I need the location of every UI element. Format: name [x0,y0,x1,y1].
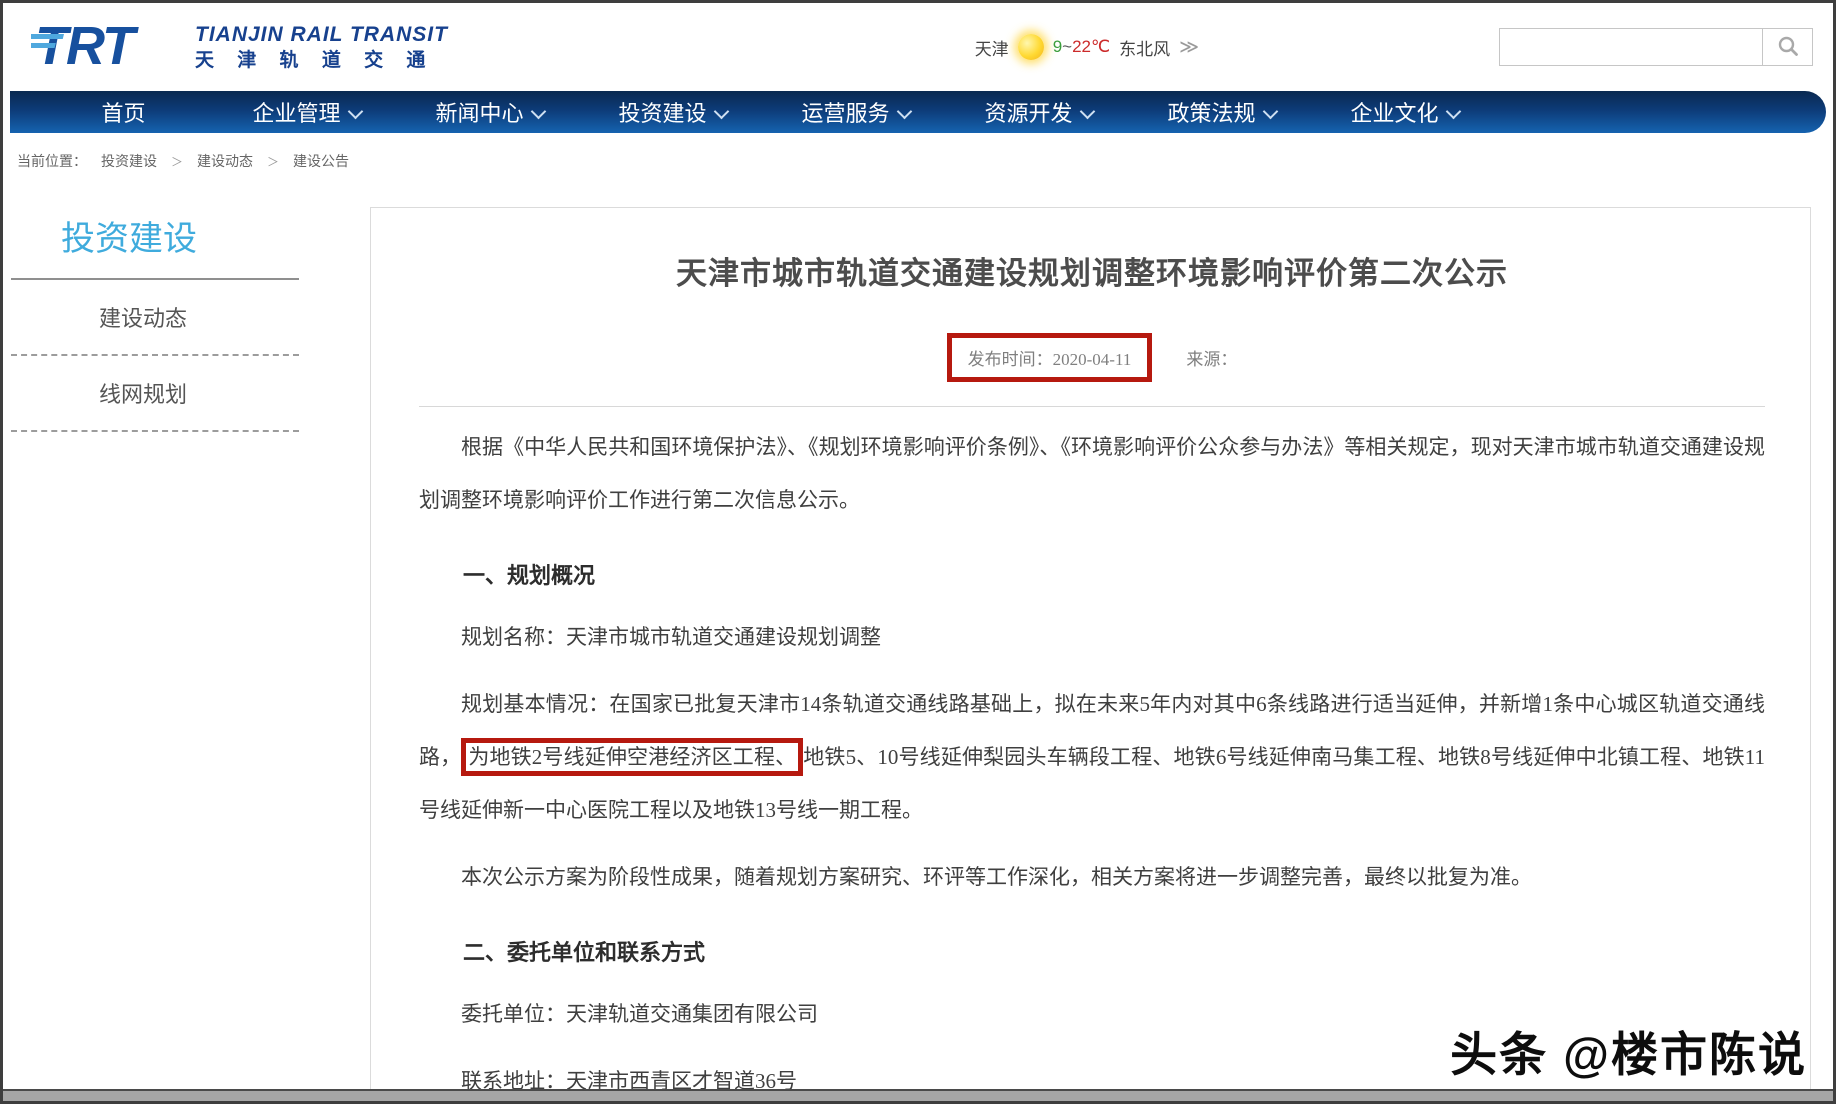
chevron-down-icon [530,104,546,120]
weather-temp: 9~22℃ [1053,37,1110,57]
weather-city: 天津 [975,35,1009,60]
weather-widget: 天津 9~22℃ 东北风 ≫ [975,34,1199,60]
logo-text: TIANJIN RAIL TRANSIT 天 津 轨 道 交 通 [195,23,448,72]
sidebar: 投资建设 建设动态 线网规划 [11,207,299,432]
breadcrumb-separator: ＞ [171,153,183,170]
breadcrumb-label: 当前位置： [17,151,87,171]
nav-item-policy[interactable]: 政策法规 [1130,96,1313,128]
site-logo[interactable]: TRT TIANJIN RAIL TRANSIT 天 津 轨 道 交 通 [31,14,448,81]
nav-item-management[interactable]: 企业管理 [215,96,398,128]
article-panel: 天津市城市轨道交通建设规划调整环境影响评价第二次公示 发布时间：2020-04-… [370,207,1811,1104]
chevron-down-icon [896,104,912,120]
search-icon [1777,35,1799,60]
main-area: 投资建设 建设动态 线网规划 天津市城市轨道交通建设规划调整环境影响评价第二次公… [3,189,1833,1104]
site-header: TRT TIANJIN RAIL TRANSIT 天 津 轨 道 交 通 天津 … [3,3,1833,91]
logo-name-zh: 天 津 轨 道 交 通 [195,50,448,72]
section-heading-2: 二、委托单位和联系方式 [419,932,1765,974]
article-meta: 发布时间：2020-04-11 来源： [419,333,1765,382]
nav-item-resources[interactable]: 资源开发 [947,96,1130,128]
chevron-down-icon [347,104,363,120]
nav-item-news[interactable]: 新闻中心 [398,96,581,128]
sidebar-item-construction-dynamics[interactable]: 建设动态 [11,280,299,356]
publish-date-highlight-box: 发布时间：2020-04-11 [947,333,1153,382]
article-title: 天津市城市轨道交通建设规划调整环境影响评价第二次公示 [419,248,1765,293]
chevron-down-icon [1262,104,1278,120]
breadcrumb-item-notice[interactable]: 建设公告 [293,151,349,171]
search-input[interactable] [1500,29,1762,65]
window-bottom-edge [3,1089,1833,1101]
breadcrumb-item-dynamics[interactable]: 建设动态 [197,151,253,171]
logo-name-en: TIANJIN RAIL TRANSIT [195,23,448,47]
article-body: 根据《中华人民共和国环境保护法》、《规划环境影响评价条例》、《环境影响评价公众参… [419,421,1765,1104]
search-button[interactable] [1762,29,1812,65]
page: TRT TIANJIN RAIL TRANSIT 天 津 轨 道 交 通 天津 … [0,0,1836,1104]
nav-item-home[interactable]: 首页 [32,96,215,128]
breadcrumb-item-investment[interactable]: 投资建设 [101,151,157,171]
paragraph-plan-basics: 规划基本情况：在国家已批复天津市14条轨道交通线路基础上，拟在未来5年内对其中6… [419,678,1765,837]
chevron-down-icon [1445,104,1461,120]
sidebar-title: 投资建设 [11,207,299,278]
nav-item-culture[interactable]: 企业文化 [1313,96,1496,128]
sidebar-item-network-planning[interactable]: 线网规划 [11,356,299,432]
nav-item-investment[interactable]: 投资建设 [581,96,764,128]
source-label: 来源： [1186,345,1237,370]
paragraph-plan-name: 规划名称：天津市城市轨道交通建设规划调整 [419,611,1765,664]
weather-more-icon[interactable]: ≫ [1179,36,1199,59]
paragraph-stage-note: 本次公示方案为阶段性成果，随着规划方案研究、环评等工作深化，相关方案将进一步调整… [419,851,1765,904]
breadcrumb: 当前位置： 投资建设 ＞ 建设动态 ＞ 建设公告 [3,133,1833,189]
search-bar [1499,28,1813,66]
sun-icon [1018,34,1044,60]
chevron-down-icon [713,104,729,120]
temp-low: 9 [1053,37,1062,56]
nav-item-operation[interactable]: 运营服务 [764,96,947,128]
main-nav: 首页 企业管理 新闻中心 投资建设 运营服务 资源开发 政策法规 企业文化 [10,91,1826,133]
chevron-down-icon [1079,104,1095,120]
metro-line2-highlight-box: 为地铁2号线延伸空港经济区工程、 [461,738,803,776]
section-heading-1: 一、规划概况 [419,555,1765,597]
trt-logo-icon: TRT [31,14,181,81]
breadcrumb-separator: ＞ [267,153,279,170]
temp-separator: ~ [1062,37,1072,56]
toutiao-watermark: 头条 @楼市陈说 [1450,1016,1807,1085]
temp-high: 22℃ [1072,37,1110,56]
meta-divider [419,406,1765,407]
weather-wind: 东北风 [1119,35,1170,60]
paragraph-intro: 根据《中华人民共和国环境保护法》、《规划环境影响评价条例》、《环境影响评价公众参… [419,421,1765,527]
